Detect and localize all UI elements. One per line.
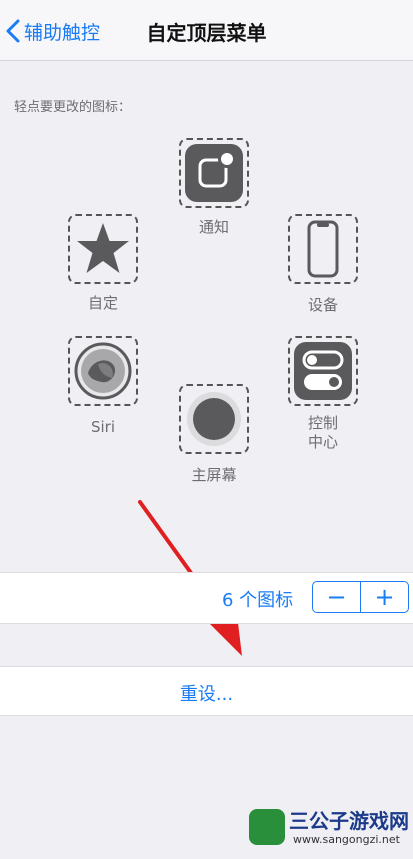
- watermark: 三公子游戏网 www.sangongzi.net: [249, 805, 409, 855]
- decrease-button[interactable]: −: [313, 582, 361, 612]
- siri-icon: [74, 342, 132, 400]
- slot-device-label: 设备: [307, 296, 338, 314]
- slot-custom-label: 自定: [87, 294, 118, 312]
- slot-home-label: 主屏幕: [191, 466, 237, 484]
- slot-notification[interactable]: [179, 138, 249, 208]
- slot-siri-label: Siri: [90, 418, 116, 436]
- control-center-icon: [294, 342, 352, 400]
- slot-device[interactable]: [288, 214, 358, 284]
- slot-home[interactable]: [179, 384, 249, 454]
- notification-icon: [185, 144, 243, 202]
- icon-count-row: 6 个图标 − +: [0, 572, 413, 624]
- reset-row[interactable]: 重设...: [0, 666, 413, 716]
- nav-bar: 辅助触控 自定顶层菜单: [0, 0, 413, 61]
- star-icon: [77, 223, 129, 273]
- slot-siri[interactable]: [68, 336, 138, 406]
- slot-control-center-label: 控制 中心: [307, 414, 338, 451]
- slot-control-center[interactable]: [288, 336, 358, 406]
- home-button-icon: [187, 392, 241, 446]
- page-title: 自定顶层菜单: [146, 21, 267, 45]
- device-icon: [307, 220, 339, 278]
- icon-count-label: 6 个图标: [222, 590, 294, 611]
- increase-button[interactable]: +: [361, 582, 408, 612]
- watermark-url: www.sangongzi.net: [293, 833, 400, 846]
- reset-button[interactable]: 重设...: [0, 680, 413, 706]
- icon-count-stepper: − +: [312, 581, 409, 613]
- watermark-name: 三公子游戏网: [289, 809, 409, 833]
- slot-custom[interactable]: [68, 214, 138, 284]
- instruction-text: 轻点要更改的图标：: [14, 100, 132, 115]
- slot-notification-label: 通知: [198, 218, 229, 236]
- watermark-logo-icon: [249, 809, 285, 845]
